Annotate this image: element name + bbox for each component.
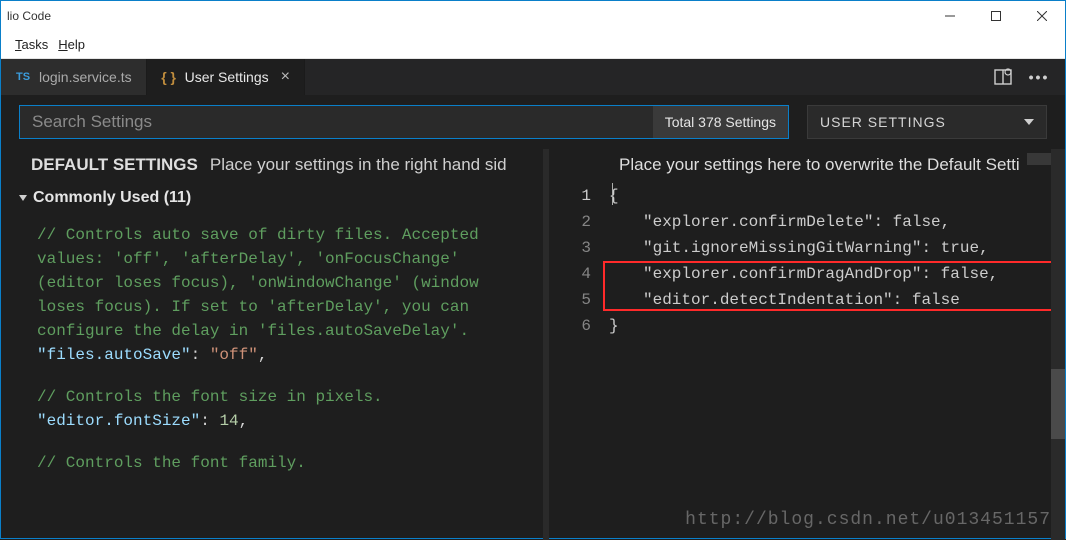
setting-key: "editor.fontSize": [37, 412, 200, 430]
brace-close: }: [609, 317, 619, 335]
line-number: 5: [549, 287, 591, 313]
scrollbar[interactable]: [1051, 149, 1065, 540]
comment-line: // Controls auto save of dirty files. Ac…: [37, 226, 479, 244]
line-number: 4: [549, 261, 591, 287]
close-button[interactable]: [1019, 1, 1065, 31]
setting-value: true: [941, 239, 979, 257]
chevron-down-icon: [19, 195, 27, 201]
default-settings-pane: DEFAULT SETTINGS Place your settings in …: [1, 149, 549, 540]
setting-value: false: [912, 291, 960, 309]
settings-total-badge: Total 378 Settings: [653, 106, 788, 138]
comma: ,: [239, 412, 249, 430]
watermark: http://blog.csdn.net/u013451157: [685, 510, 1051, 530]
settings-scope-label: USER SETTINGS: [820, 114, 946, 130]
section-commonly-used[interactable]: Commonly Used (11): [7, 189, 549, 207]
settings-search-wrap: Total 378 Settings: [19, 105, 789, 139]
braces-icon: { }: [161, 69, 177, 85]
code-lines[interactable]: { "explorer.confirmDelete": false, "git.…: [609, 183, 1065, 339]
default-settings-subheading: Place your settings in the right hand si…: [210, 155, 507, 175]
brace-open: {: [609, 187, 619, 205]
maximize-button[interactable]: [973, 1, 1019, 31]
window-controls: [927, 1, 1065, 31]
user-settings-editor[interactable]: 1 2 3 4 5 6 { "explorer.confirmDelete": …: [549, 183, 1065, 339]
setting-value: "off": [210, 346, 258, 364]
default-settings-heading: DEFAULT SETTINGS: [31, 155, 198, 175]
split-editor-icon[interactable]: [993, 67, 1013, 87]
settings-split: DEFAULT SETTINGS Place your settings in …: [1, 149, 1065, 540]
user-settings-pane: Place your settings here to overwrite th…: [549, 149, 1065, 540]
comment-line: // Controls the font family.: [37, 454, 306, 472]
default-settings-code: // Controls auto save of dirty files. Ac…: [7, 223, 549, 475]
default-settings-heading-row: DEFAULT SETTINGS Place your settings in …: [7, 149, 549, 189]
settings-search-row: Total 378 Settings USER SETTINGS: [1, 95, 1065, 149]
tab-login-service[interactable]: TS login.service.ts: [1, 59, 147, 95]
comment-line: // Controls the font size in pixels.: [37, 388, 383, 406]
comma: ,: [258, 346, 268, 364]
line-number: 1: [549, 183, 591, 209]
setting-key: "git.ignoreMissingGitWarning": [643, 239, 921, 257]
setting-value: false: [941, 265, 989, 283]
line-number: 6: [549, 313, 591, 339]
setting-value: false: [893, 213, 941, 231]
tab-label: User Settings: [185, 69, 269, 85]
settings-scope-select[interactable]: USER SETTINGS: [807, 105, 1047, 139]
comment-line: loses focus). If set to 'afterDelay', yo…: [37, 298, 469, 316]
typescript-icon: TS: [15, 69, 31, 85]
more-actions-icon[interactable]: •••: [1029, 67, 1049, 87]
minimize-button[interactable]: [927, 1, 973, 31]
setting-key: "files.autoSave": [37, 346, 191, 364]
comment-line: configure the delay in 'files.autoSaveDe…: [37, 322, 469, 340]
setting-key: "editor.detectIndentation": [643, 291, 893, 309]
window-title: lio Code: [7, 9, 51, 23]
menu-tasks[interactable]: Tasks: [15, 37, 48, 52]
setting-files-autosave: // Controls auto save of dirty files. Ac…: [37, 223, 539, 367]
window-titlebar: lio Code: [1, 1, 1065, 31]
user-settings-heading: Place your settings here to overwrite th…: [549, 149, 1065, 183]
comment-line: (editor loses focus), 'onWindowChange' (…: [37, 274, 479, 292]
setting-key: "explorer.confirmDragAndDrop": [643, 265, 921, 283]
tab-label: login.service.ts: [39, 69, 132, 85]
setting-key: "explorer.confirmDelete": [643, 213, 873, 231]
cursor: [612, 183, 613, 205]
line-number: 2: [549, 209, 591, 235]
comment-line: values: 'off', 'afterDelay', 'onFocusCha…: [37, 250, 459, 268]
scrollbar-thumb[interactable]: [1051, 369, 1065, 439]
tab-user-settings[interactable]: { } User Settings ×: [147, 59, 305, 95]
chevron-down-icon: [1024, 119, 1034, 125]
setting-editor-fontsize: // Controls the font size in pixels. "ed…: [37, 385, 539, 433]
menu-bar: Tasks Help: [1, 31, 1065, 59]
close-tab-icon[interactable]: ×: [281, 69, 290, 85]
section-label: Commonly Used (11): [33, 189, 191, 207]
tabbar-actions: •••: [993, 59, 1065, 95]
line-number: 3: [549, 235, 591, 261]
setting-value: 14: [219, 412, 238, 430]
setting-editor-fontfamily: // Controls the font family.: [37, 451, 539, 475]
menu-help[interactable]: Help: [58, 37, 85, 52]
tab-bar: TS login.service.ts { } User Settings × …: [1, 59, 1065, 95]
tabs: TS login.service.ts { } User Settings ×: [1, 59, 305, 95]
line-number-gutter: 1 2 3 4 5 6: [549, 183, 609, 339]
search-input[interactable]: [20, 112, 653, 132]
